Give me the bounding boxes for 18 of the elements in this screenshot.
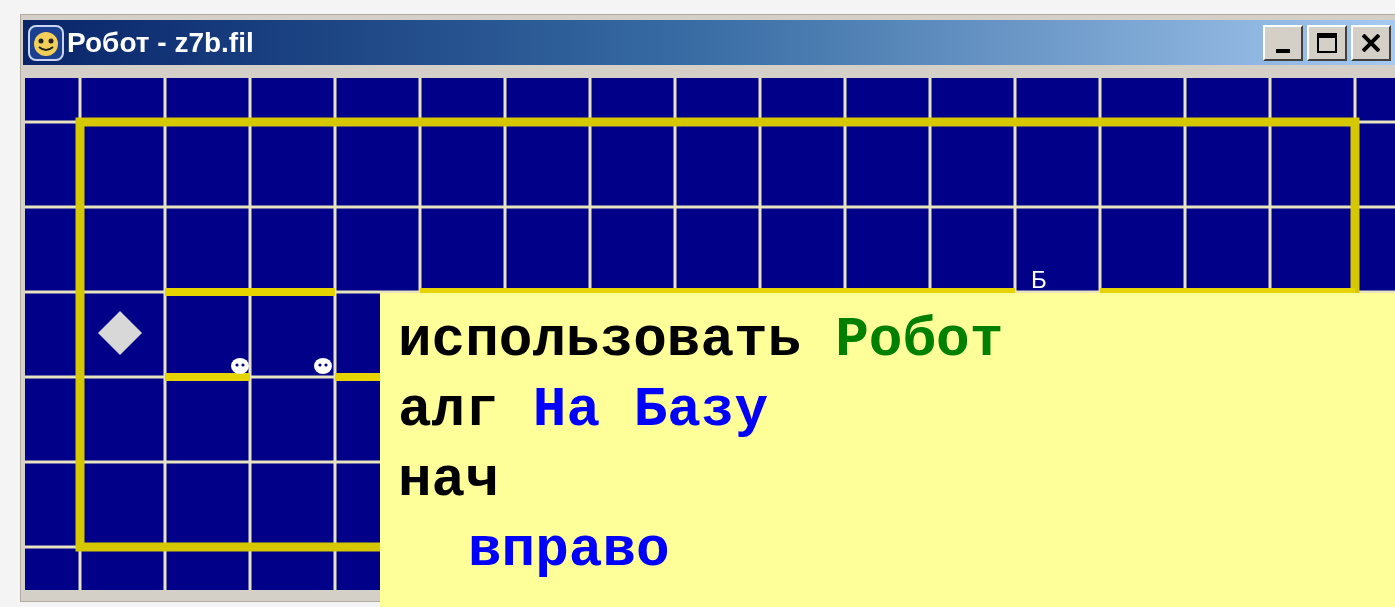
code-identifier: вправо [468, 517, 670, 584]
minimize-icon [1276, 48, 1290, 53]
minimize-button[interactable] [1263, 24, 1303, 61]
close-icon [1362, 33, 1380, 52]
code-keyword: нач [398, 447, 499, 514]
code-identifier: На Базу [532, 377, 769, 444]
window-title: Робот - z7b.fil [67, 28, 254, 57]
code-identifier: Робот [835, 307, 1004, 374]
base-label: Б [1031, 266, 1047, 293]
code-keyword: использовать [398, 307, 802, 374]
marker-icon [231, 358, 249, 374]
robot-diamond [98, 311, 142, 355]
code-keyword: алг [398, 377, 499, 444]
close-button[interactable] [1351, 24, 1391, 61]
maximize-icon [1317, 32, 1337, 53]
maximize-button[interactable] [1307, 24, 1347, 61]
smiley-icon [28, 24, 64, 61]
marker-icon [314, 358, 332, 374]
